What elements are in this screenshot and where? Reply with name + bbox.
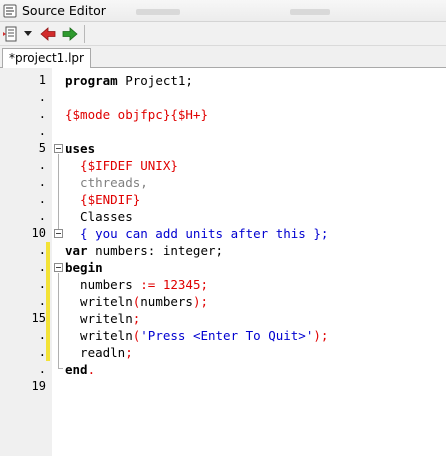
keyword: begin <box>65 260 103 275</box>
code-line: program Project1; <box>65 72 193 89</box>
source-editor-app-icon <box>3 4 17 18</box>
line-number: . <box>38 328 46 342</box>
code-line: {$IFDEF UNIX} <box>65 157 178 174</box>
code-line: writeln('Press <Enter To Quit>'); <box>65 327 328 344</box>
window-title: Source Editor <box>22 3 106 18</box>
modified-line-marker <box>46 310 50 327</box>
line-number: . <box>38 277 46 291</box>
tab-strip: *project1.lpr <box>0 46 446 69</box>
compiler-directive: {$ENDIF} <box>65 192 141 207</box>
tab-project1-lpr[interactable]: *project1.lpr <box>2 48 91 69</box>
identifier: numbers <box>140 294 193 309</box>
code-tools-dropdown[interactable] <box>21 25 35 43</box>
line-number: . <box>38 158 46 172</box>
line-number: 10 <box>31 226 46 240</box>
modified-line-marker <box>46 293 50 310</box>
symbol: ); <box>313 328 329 343</box>
toolbar <box>0 22 446 46</box>
code-line: {$ENDIF} <box>65 191 140 208</box>
identifier: writeln <box>65 328 133 343</box>
code-line: var numbers: integer; <box>65 242 223 259</box>
identifier: numbers: integer; <box>87 243 224 258</box>
identifier: writeln <box>65 311 133 326</box>
inactive-code: cthreads, <box>65 175 148 190</box>
line-number: 1 <box>38 73 46 87</box>
line-number: . <box>38 175 46 189</box>
identifier: writeln <box>65 294 133 309</box>
fold-guide <box>58 154 59 231</box>
line-number: . <box>38 345 46 359</box>
string-literal: 'Press <Enter To Quit>' <box>140 328 314 343</box>
identifier: Project1; <box>117 73 193 88</box>
fold-toggle-comment[interactable] <box>54 229 63 238</box>
code-line: numbers := 12345; <box>65 276 208 293</box>
modified-line-marker <box>46 276 50 293</box>
modified-line-marker <box>46 344 50 361</box>
keyword: var <box>65 243 88 258</box>
line-number: . <box>38 362 46 376</box>
code-line: {$mode objfpc}{$H+} <box>65 106 208 123</box>
fold-guide <box>58 273 59 368</box>
compiler-directive: {$IFDEF UNIX} <box>65 158 178 173</box>
identifier: Classes <box>65 209 133 224</box>
code-tools-menu-icon <box>3 26 17 42</box>
identifier: numbers <box>65 277 141 292</box>
code-tools-menu-button[interactable] <box>2 25 20 43</box>
code-editor[interactable]: 1 . . . 5 . . . . 10 . . . . 15 . . . 19… <box>0 68 446 456</box>
title-bar-blur <box>136 9 180 15</box>
modified-line-marker <box>46 242 50 259</box>
forward-button[interactable] <box>60 25 80 43</box>
line-number: . <box>38 209 46 223</box>
forward-arrow-icon <box>62 27 78 41</box>
identifier: readln <box>65 345 126 360</box>
line-number: . <box>38 107 46 121</box>
line-number: 19 <box>31 379 46 393</box>
code-line: writeln; <box>65 310 140 327</box>
fold-toggle-begin[interactable] <box>54 263 63 272</box>
comment: { you can add units after this }; <box>65 226 329 241</box>
code-line: readln; <box>65 344 133 361</box>
line-number: . <box>38 260 46 274</box>
line-number: . <box>38 124 46 138</box>
toolbar-separator <box>84 25 85 43</box>
symbol: . <box>87 362 96 377</box>
code-line: uses <box>65 140 95 157</box>
keyword: uses <box>65 141 96 156</box>
fold-guide-end <box>58 368 63 369</box>
line-number: . <box>38 243 46 257</box>
symbol: ; <box>125 345 133 360</box>
title-bar: Source Editor <box>0 0 446 22</box>
symbol: ); <box>192 294 209 309</box>
line-number: . <box>38 294 46 308</box>
modified-line-marker <box>46 327 50 344</box>
keyword: end <box>65 362 88 377</box>
code-line: { you can add units after this }; <box>65 225 328 242</box>
keyword: program <box>65 73 118 88</box>
symbol: ; <box>200 277 209 292</box>
code-line: end. <box>65 361 95 378</box>
fold-toggle-uses[interactable] <box>54 144 63 153</box>
code-line: begin <box>65 259 103 276</box>
compiler-directive: {$mode objfpc}{$H+} <box>65 107 208 122</box>
line-number: 15 <box>31 311 46 325</box>
line-number-gutter: 1 . . . 5 . . . . 10 . . . . 15 . . . 19 <box>0 68 52 456</box>
line-number: . <box>38 192 46 206</box>
code-line: writeln(numbers); <box>65 293 208 310</box>
title-bar-blur <box>290 9 330 15</box>
code-line: Classes <box>65 208 133 225</box>
line-number: . <box>38 90 46 104</box>
symbol: ; <box>132 311 141 326</box>
number-literal: 12345 <box>155 277 201 292</box>
back-button[interactable] <box>38 25 58 43</box>
operator: := <box>140 277 156 292</box>
code-line: cthreads, <box>65 174 148 191</box>
dropdown-arrow-icon <box>24 31 32 36</box>
back-arrow-icon <box>40 27 56 41</box>
line-number: 5 <box>38 141 46 155</box>
modified-line-marker <box>46 259 50 276</box>
